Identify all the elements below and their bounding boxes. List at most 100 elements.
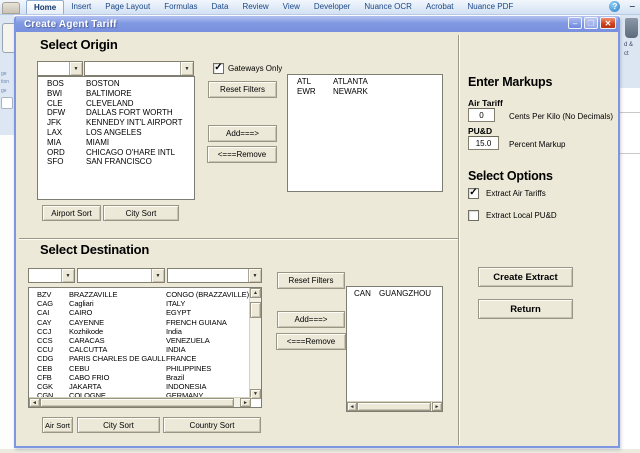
list-item[interactable]: CAN GUANGZHOU (347, 289, 442, 299)
destination-country-filter-dropdown[interactable]: ▼ (167, 268, 262, 283)
tab-item[interactable]: Formulas (157, 0, 204, 14)
scroll-left-icon[interactable]: ◄ (29, 398, 40, 407)
close-icon[interactable]: ✕ (600, 17, 616, 29)
airport-country: EGYPT (166, 308, 191, 318)
destination-remove-button[interactable]: <===Remove (276, 333, 346, 350)
tab-item[interactable]: Acrobat (419, 0, 461, 14)
origin-airport-list[interactable]: BOS BOSTON BWI BALTIMORE CLE CLEVELAND D… (37, 76, 195, 200)
list-item[interactable]: BZV BRAZZAVILLE CONGO (BRAZZAVILLE) (29, 290, 249, 299)
tab-item[interactable]: Page Layout (98, 0, 157, 14)
scroll-down-icon[interactable]: ▼ (250, 389, 261, 399)
airport-city: CHICAGO O'HARE INTL (86, 147, 176, 157)
origin-remove-button[interactable]: <===Remove (207, 146, 277, 163)
list-item[interactable]: BWI BALTIMORE (38, 89, 194, 99)
airport-city: ATLANTA (333, 77, 368, 86)
list-item[interactable]: CEB CEBU PHILIPPINES (29, 364, 249, 373)
scrollbar-thumb[interactable] (250, 302, 261, 318)
destination-airport-list[interactable]: BZV BRAZZAVILLE CONGO (BRAZZAVILLE) CAG … (28, 287, 262, 408)
origin-add-button[interactable]: Add===> (208, 125, 277, 142)
list-item[interactable]: EWR NEWARK (288, 87, 442, 97)
status-bar-fragment (0, 449, 640, 453)
airport-city: CAYENNE (69, 317, 105, 327)
dialog-title-bar[interactable]: Create Agent Tariff – ❐ ✕ (16, 16, 618, 32)
air-tariff-input[interactable]: 0 (468, 108, 495, 122)
scroll-right-icon[interactable]: ► (240, 398, 251, 407)
list-item[interactable]: CAG Cagliari ITALY (29, 299, 249, 308)
scrollbar-thumb[interactable] (40, 398, 234, 407)
ribbon-text-fragment: ct (624, 51, 629, 57)
list-item[interactable]: ATL ATLANTA (288, 77, 442, 87)
list-item[interactable]: CAI CAIRO EGYPT (29, 308, 249, 317)
horizontal-scrollbar[interactable]: ◄ ► (29, 397, 251, 407)
find-select-icon (625, 18, 638, 38)
tab-item[interactable]: Data (205, 0, 236, 14)
airport-code: BWI (47, 88, 63, 98)
list-item[interactable]: CCS CARACAS VENEZUELA (29, 336, 249, 345)
tab-item[interactable]: Review (235, 0, 275, 14)
maximize-icon[interactable]: ❐ (584, 17, 598, 29)
pud-input[interactable]: 15.0 (468, 136, 499, 150)
list-item[interactable]: MIA MIAMI (38, 138, 194, 148)
destination-air-sort-button[interactable]: Air Sort (42, 417, 73, 433)
extract-local-pud-checkbox[interactable]: ✓ (468, 210, 479, 221)
horizontal-scrollbar[interactable]: ◄ ► (347, 401, 442, 411)
airport-code: BOS (47, 79, 64, 88)
destination-selected-list[interactable]: CAN GUANGZHOU ◄ ► (346, 286, 443, 412)
list-item[interactable]: ORD CHICAGO O'HARE INTL (38, 148, 194, 158)
origin-reset-filters-button[interactable]: Reset Filters (208, 81, 277, 98)
tab-item[interactable]: Insert (64, 0, 98, 14)
list-item[interactable]: SFO SAN FRANCISCO (38, 157, 194, 167)
gateways-only-checkbox[interactable]: ✓ (213, 63, 224, 74)
list-item[interactable]: CGK JAKARTA INDONESIA (29, 382, 249, 391)
list-item[interactable]: LAX LOS ANGELES (38, 128, 194, 138)
airport-country: PHILIPPINES (166, 363, 212, 373)
help-icon[interactable]: ? (609, 1, 621, 12)
check-icon: ✓ (469, 187, 478, 198)
scroll-left-icon[interactable]: ◄ (347, 402, 357, 411)
origin-airport-sort-button[interactable]: Airport Sort (42, 205, 101, 221)
chevron-down-icon[interactable]: ▼ (61, 269, 74, 282)
vertical-divider (458, 35, 460, 445)
destination-city-sort-button[interactable]: City Sort (77, 417, 160, 433)
destination-reset-filters-button[interactable]: Reset Filters (277, 272, 345, 289)
list-item[interactable]: CFB CABO FRIO Brazil (29, 373, 249, 382)
scroll-up-icon[interactable]: ▲ (250, 288, 261, 298)
tab-item[interactable]: Developer (307, 0, 357, 14)
extract-air-tariffs-checkbox[interactable]: ✓ (468, 188, 479, 199)
minimize-icon[interactable]: – (568, 17, 582, 29)
chevron-down-icon[interactable]: ▼ (69, 62, 82, 75)
origin-code-filter-dropdown[interactable]: ▼ (37, 61, 83, 76)
tab-item[interactable]: Nuance PDF (461, 0, 521, 14)
origin-city-filter-dropdown[interactable]: ▼ (84, 61, 194, 76)
list-item[interactable]: BOS BOSTON (38, 79, 194, 89)
list-item[interactable]: JFK KENNEDY INT'L AIRPORT (38, 118, 194, 128)
destination-add-button[interactable]: Add===> (277, 311, 345, 328)
vertical-scrollbar[interactable]: ▲ ▼ (249, 288, 261, 399)
origin-city-sort-button[interactable]: City Sort (103, 205, 179, 221)
return-button[interactable]: Return (478, 299, 573, 319)
airport-code: DFW (47, 108, 66, 118)
scrollbar-thumb[interactable] (357, 402, 431, 411)
tab-item[interactable]: Home (26, 0, 65, 14)
airport-code: CFB (37, 372, 52, 382)
airport-code: CDG (37, 354, 54, 364)
list-item[interactable]: CLE CLEVELAND (38, 99, 194, 109)
chevron-down-icon[interactable]: ▼ (151, 269, 164, 282)
pud-label: PU&D (468, 126, 493, 136)
destination-code-filter-dropdown[interactable]: ▼ (28, 268, 75, 283)
list-item[interactable]: CCU CALCUTTA INDIA (29, 345, 249, 354)
scroll-right-icon[interactable]: ► (432, 402, 442, 411)
chevron-down-icon[interactable]: ▼ (248, 269, 261, 282)
list-item[interactable]: DFW DALLAS FORT WORTH (38, 108, 194, 118)
list-item[interactable]: CAY CAYENNE FRENCH GUIANA (29, 318, 249, 327)
chevron-down-icon[interactable]: ▼ (180, 62, 193, 75)
origin-selected-list[interactable]: ATL ATLANTA EWR NEWARK (287, 74, 443, 192)
list-item[interactable]: CDG PARIS CHARLES DE GAULLI FRANCE (29, 354, 249, 363)
tab-item[interactable]: Nuance OCR (357, 0, 419, 14)
tab-item[interactable]: View (276, 0, 307, 14)
destination-country-sort-button[interactable]: Country Sort (163, 417, 261, 433)
workbook-minimize-icon[interactable]: – (629, 1, 638, 12)
create-extract-button[interactable]: Create Extract (478, 267, 573, 287)
list-item[interactable]: CCJ Kozhikode India (29, 327, 249, 336)
destination-city-filter-dropdown[interactable]: ▼ (77, 268, 165, 283)
